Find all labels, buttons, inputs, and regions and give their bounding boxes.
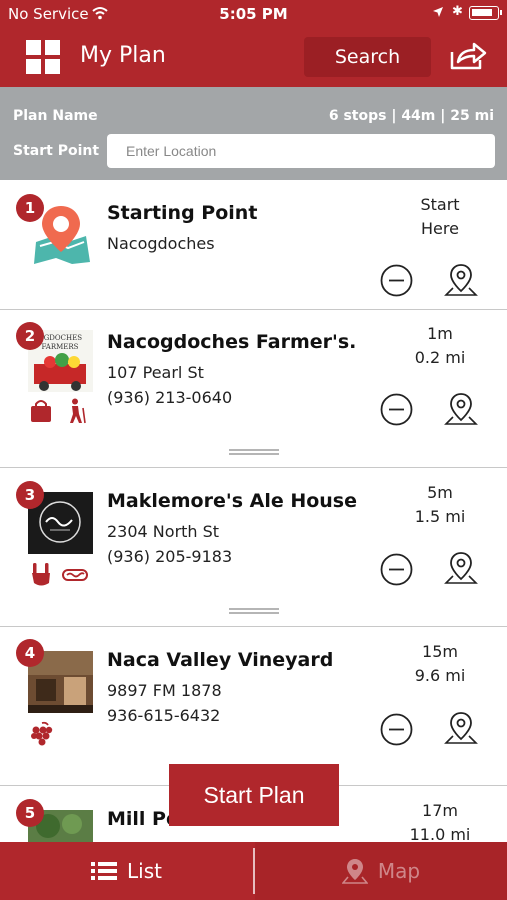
svg-text:FARMERS: FARMERS	[42, 343, 79, 351]
eta-distance: 0.2 mi	[414, 348, 466, 367]
status-bar: No Service 5:05 PM ✱	[0, 0, 507, 28]
eta-time: 15m	[422, 642, 458, 661]
stop-address: 2304 North St	[107, 522, 220, 541]
stop-eta: 5m 1.5 mi	[395, 481, 485, 529]
drag-handle[interactable]	[229, 608, 279, 614]
remove-stop-icon[interactable]	[380, 713, 413, 746]
bottom-tab-bar: List Map	[0, 842, 507, 900]
bluetooth-icon: ✱	[452, 4, 463, 19]
search-button[interactable]: Search	[304, 37, 431, 77]
stop-name[interactable]: Starting Point	[107, 202, 357, 224]
top-bar: No Service 5:05 PM ✱ My Plan Search	[0, 0, 507, 87]
location-arrow-icon	[433, 7, 443, 17]
battery-level	[472, 9, 492, 16]
plan-info-bar: Plan Name 6 stops | 44m | 25 mi Start Po…	[0, 87, 507, 180]
eta-distance: 9.6 mi	[414, 666, 466, 685]
stop-number-badge: 3	[16, 481, 44, 509]
stop-eta: 1m 0.2 mi	[395, 322, 485, 370]
stop-eta: Start Here	[395, 193, 485, 241]
start-location-input[interactable]	[107, 134, 495, 168]
drag-handle[interactable]	[229, 449, 279, 455]
stop-number-badge: 5	[16, 799, 44, 827]
category-icons	[28, 721, 54, 749]
eta-distance: Here	[421, 219, 459, 238]
stop-address: 9897 FM 1878	[107, 681, 222, 700]
rock-hand-icon	[32, 563, 50, 586]
remove-stop-icon[interactable]	[380, 264, 413, 297]
battery-icon	[469, 6, 502, 20]
plan-name-label[interactable]: Plan Name	[13, 108, 98, 124]
category-icons	[28, 398, 88, 426]
stop-name[interactable]: Nacogdoches Farmer's...	[107, 331, 357, 353]
stop-address: Nacogdoches	[107, 234, 215, 253]
stop-phone[interactable]: (936) 213-0640	[107, 388, 232, 407]
stop-item-3[interactable]: 3 Maklemore's Ale House... 2304 North St…	[0, 468, 507, 627]
category-icons	[28, 561, 88, 589]
stop-eta: 17m 11.0 mi	[395, 799, 485, 842]
tab-list-label: List	[127, 859, 162, 883]
stop-eta: 15m 9.6 mi	[395, 640, 485, 688]
map-pin-icon	[341, 859, 368, 884]
tab-map-label: Map	[377, 859, 421, 883]
grapes-icon	[31, 721, 53, 746]
stop-name[interactable]: Maklemore's Ale House...	[107, 490, 357, 512]
hiker-icon	[70, 398, 86, 424]
stop-phone[interactable]: 936-615-6432	[107, 706, 220, 725]
shopping-bag-icon	[31, 400, 51, 422]
tab-map[interactable]: Map	[255, 842, 507, 900]
list-icon	[91, 862, 118, 880]
svg-text:OGDOCHES: OGDOCHES	[38, 334, 82, 342]
stop-number-badge: 2	[16, 322, 44, 350]
stop-list[interactable]: 1 Starting Point Nacogdoches Start Here …	[0, 180, 507, 842]
eta-time: 17m	[422, 801, 458, 820]
eta-time: 1m	[427, 324, 453, 343]
clock: 5:05 PM	[219, 5, 288, 23]
stop-phone[interactable]: (936) 205-9183	[107, 547, 232, 566]
grid-icon[interactable]	[26, 40, 60, 74]
eta-distance: 11.0 mi	[409, 825, 471, 842]
eta-time: 5m	[427, 483, 453, 502]
stop-item-2[interactable]: OGDOCHES FARMERS 2 Nacogdoches Farmer's.…	[0, 310, 507, 468]
stop-item-1[interactable]: 1 Starting Point Nacogdoches Start Here	[0, 180, 507, 310]
map-pin-icon[interactable]	[443, 391, 479, 427]
share-icon[interactable]	[448, 40, 488, 72]
map-pin-icon[interactable]	[443, 262, 479, 298]
remove-stop-icon[interactable]	[380, 393, 413, 426]
start-point-label: Start Point	[13, 143, 100, 159]
stop-name[interactable]: Naca Valley Vineyard	[107, 649, 357, 671]
eta-distance: 1.5 mi	[414, 507, 466, 526]
hot-dog-icon	[62, 569, 88, 581]
page-title: My Plan	[80, 43, 166, 68]
map-pin-icon[interactable]	[443, 550, 479, 586]
eta-time: Start	[420, 195, 460, 214]
stop-item-4[interactable]: 4 Naca Valley Vineyard 9897 FM 1878 936-…	[0, 627, 507, 786]
tab-list[interactable]: List	[0, 842, 253, 900]
remove-stop-icon[interactable]	[380, 553, 413, 586]
plan-stats: 6 stops | 44m | 25 mi	[328, 108, 494, 124]
start-plan-button[interactable]: Start Plan	[169, 764, 339, 826]
stop-number-badge: 1	[16, 194, 44, 222]
stop-address: 107 Pearl St	[107, 363, 204, 382]
stop-number-badge: 4	[16, 639, 44, 667]
map-pin-icon[interactable]	[443, 710, 479, 746]
